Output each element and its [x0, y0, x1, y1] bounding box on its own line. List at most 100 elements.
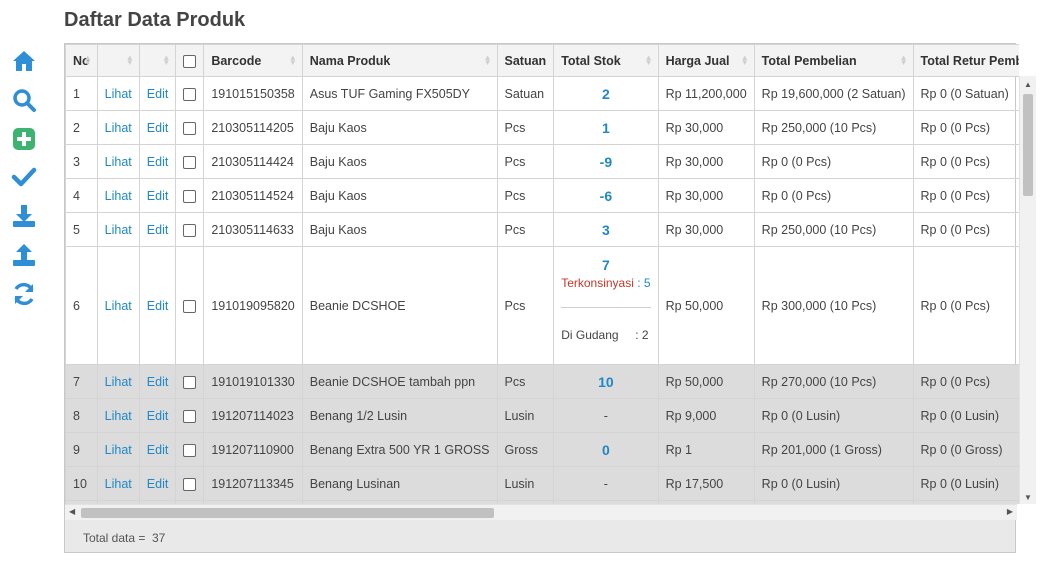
- row-checkbox[interactable]: [183, 443, 197, 457]
- col-price[interactable]: Harga Jual ▲ ▼: [657, 44, 755, 77]
- unit-cell: Lusin: [496, 398, 555, 433]
- edit-link[interactable]: Edit: [138, 246, 177, 365]
- edit-link[interactable]: Edit: [138, 110, 177, 145]
- row-checkbox[interactable]: [183, 189, 197, 203]
- col-purchase[interactable]: Total Pembelian ▲ ▼: [753, 44, 914, 77]
- stock-link[interactable]: -9: [553, 144, 659, 179]
- edit-link[interactable]: Edit: [138, 432, 177, 467]
- upload-icon[interactable]: [11, 242, 37, 268]
- col-barcode[interactable]: Barcode ▲ ▼: [203, 44, 303, 77]
- edit-link[interactable]: Edit: [138, 212, 177, 247]
- search-icon[interactable]: [11, 87, 37, 113]
- stock-link[interactable]: 0: [553, 432, 659, 467]
- col-edit[interactable]: ▲ ▼: [138, 44, 177, 77]
- stock-link[interactable]: 10: [553, 364, 659, 399]
- unit-cell: Lusin: [496, 466, 555, 501]
- edit-link[interactable]: Edit: [138, 364, 177, 399]
- name-cell: Baju Kaos: [301, 178, 498, 213]
- price-cell: Rp 1: [657, 432, 755, 467]
- col-unit[interactable]: Satuan: [496, 44, 555, 77]
- table-row[interactable]: 4 Lihat Edit 210305114524 Baju Kaos Pcs …: [65, 178, 1019, 213]
- view-link[interactable]: Lihat: [96, 364, 140, 399]
- product-table: No ▲ ▼ ▲ ▼ ▲ ▼ Barcode ▲ ▼ Nama Produk ▲ ▼ Satua…: [65, 44, 1019, 504]
- vertical-scroll-thumb[interactable]: [1023, 94, 1033, 196]
- barcode-cell: 210305114205: [203, 110, 303, 145]
- view-link[interactable]: Lihat: [96, 144, 140, 179]
- col-stock[interactable]: Total Stok ▲ ▼: [553, 44, 659, 77]
- download-icon[interactable]: [11, 203, 37, 229]
- col-view[interactable]: ▲ ▼: [96, 44, 140, 77]
- scroll-left-icon[interactable]: ◀: [69, 507, 75, 516]
- view-link[interactable]: Lihat: [96, 432, 140, 467]
- edit-link[interactable]: Edit: [138, 178, 177, 213]
- row-no: 5: [65, 212, 98, 247]
- row-checkbox[interactable]: [183, 121, 197, 135]
- edit-link[interactable]: Edit: [138, 466, 177, 501]
- barcode-cell: 210305114524: [203, 178, 303, 213]
- row-checkbox[interactable]: [183, 375, 197, 389]
- row-select: [175, 76, 205, 111]
- view-link[interactable]: Lihat: [96, 178, 140, 213]
- price-cell: Rp 50,000: [657, 246, 755, 365]
- edit-link[interactable]: Edit: [138, 76, 177, 111]
- row-checkbox[interactable]: [183, 155, 197, 169]
- vertical-scrollbar[interactable]: ▲ ▼: [1019, 76, 1036, 504]
- table-row[interactable]: 7 Lihat Edit 191019101330 Beanie DCSHOE …: [65, 364, 1019, 399]
- view-link[interactable]: Lihat: [96, 466, 140, 501]
- unit-cell: Pcs: [496, 364, 555, 399]
- barcode-cell: 210305114633: [203, 212, 303, 247]
- edit-link[interactable]: Edit: [138, 398, 177, 433]
- retur-cell: Rp 0 (0 Pcs): [912, 110, 1019, 145]
- row-no: 8: [65, 398, 98, 433]
- row-checkbox[interactable]: [183, 477, 197, 491]
- stock-divider: [561, 307, 651, 308]
- col-retur[interactable]: Total Retur Pembelian: [912, 44, 1019, 77]
- barcode-cell: 191015150358: [203, 76, 303, 111]
- retur-cell: Rp 0 (0 Satuan): [912, 76, 1019, 111]
- row-select: [175, 212, 205, 247]
- horizontal-scroll-thumb[interactable]: [81, 508, 494, 518]
- view-link[interactable]: Lihat: [96, 398, 140, 433]
- stock-link[interactable]: 7: [561, 257, 650, 273]
- table-row[interactable]: 8 Lihat Edit 191207114023 Benang 1/2 Lus…: [65, 398, 1019, 433]
- view-link[interactable]: Lihat: [96, 212, 140, 247]
- check-icon[interactable]: [11, 164, 37, 190]
- home-icon[interactable]: [11, 48, 37, 74]
- scroll-down-icon[interactable]: ▼: [1024, 493, 1032, 502]
- view-link[interactable]: Lihat: [96, 110, 140, 145]
- horizontal-scrollbar[interactable]: ◀ ▶: [65, 504, 1017, 520]
- table-row[interactable]: 5 Lihat Edit 210305114633 Baju Kaos Pcs …: [65, 212, 1019, 247]
- table-row[interactable]: 6 Lihat Edit 191019095820 Beanie DCSHOE …: [65, 246, 1019, 365]
- grid-footer: Total data = 37: [65, 520, 1015, 552]
- header-row: No ▲ ▼ ▲ ▼ ▲ ▼ Barcode ▲ ▼ Nama Produk ▲ ▼ Satua…: [65, 44, 1019, 77]
- table-row[interactable]: 1 Lihat Edit 191015150358 Asus TUF Gamin…: [65, 76, 1019, 111]
- table-row[interactable]: 3 Lihat Edit 210305114424 Baju Kaos Pcs …: [65, 144, 1019, 179]
- row-checkbox[interactable]: [183, 223, 197, 237]
- view-link[interactable]: Lihat: [96, 246, 140, 365]
- stock-link[interactable]: 3: [553, 212, 659, 247]
- table-row[interactable]: 2 Lihat Edit 210305114205 Baju Kaos Pcs …: [65, 110, 1019, 145]
- row-no: 9: [65, 432, 98, 467]
- row-checkbox[interactable]: [183, 87, 197, 101]
- row-checkbox[interactable]: [183, 299, 197, 313]
- table-row[interactable]: 10 Lihat Edit 191207113345 Benang Lusina…: [65, 466, 1019, 501]
- select-all-checkbox[interactable]: [183, 54, 197, 68]
- view-link[interactable]: Lihat: [96, 76, 140, 111]
- name-cell: Asus TUF Gaming FX505DY: [301, 76, 498, 111]
- stock-link[interactable]: -6: [553, 178, 659, 213]
- row-no: 7: [65, 364, 98, 399]
- add-icon[interactable]: [11, 126, 37, 152]
- refresh-icon[interactable]: [11, 281, 37, 307]
- product-grid: No ▲ ▼ ▲ ▼ ▲ ▼ Barcode ▲ ▼ Nama Produk ▲ ▼ Satua…: [64, 43, 1036, 553]
- scroll-up-icon[interactable]: ▲: [1024, 80, 1032, 89]
- total-value: 37: [152, 531, 166, 545]
- row-checkbox[interactable]: [183, 409, 197, 423]
- purchase-cell: Rp 0 (0 Lusin): [753, 466, 914, 501]
- table-row[interactable]: 9 Lihat Edit 191207110900 Benang Extra 5…: [65, 432, 1019, 467]
- stock-link[interactable]: 1: [553, 110, 659, 145]
- col-name[interactable]: Nama Produk ▲ ▼: [301, 44, 498, 77]
- stock-link[interactable]: 2: [553, 76, 659, 111]
- col-no[interactable]: No ▲ ▼: [65, 44, 98, 77]
- scroll-right-icon[interactable]: ▶: [1007, 507, 1013, 516]
- edit-link[interactable]: Edit: [138, 144, 177, 179]
